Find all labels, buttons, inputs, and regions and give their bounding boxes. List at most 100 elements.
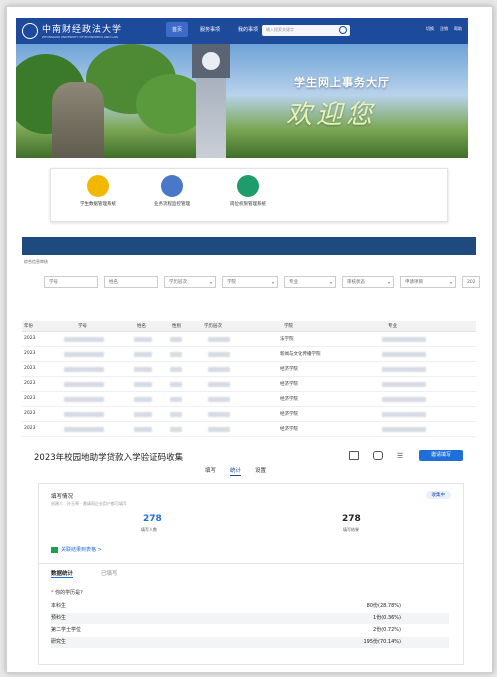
table-row[interactable]: 2023 经济学院	[22, 422, 476, 437]
filter-review-status[interactable]: 审核状态 ▾	[342, 276, 394, 288]
redacted-cell	[382, 412, 426, 417]
cell-year: 2023	[24, 351, 36, 356]
redacted-cell	[382, 397, 426, 402]
redacted-cell	[208, 337, 230, 342]
chevron-down-icon: ▾	[387, 280, 390, 285]
coin-icon	[87, 175, 109, 197]
tab-data-stats[interactable]: 数据统计	[51, 569, 74, 578]
redacted-cell	[134, 367, 152, 372]
redacted-cell	[134, 337, 152, 342]
survey-header: 2023年校园地助学贷款入学验证码收集 填写 统计 设置 ☰ 邀请填写	[22, 447, 472, 477]
redacted-cell	[134, 352, 152, 357]
spreadsheet-icon	[51, 546, 58, 553]
redacted-cell	[170, 427, 182, 432]
col-name: 姓名	[137, 324, 146, 329]
filter-year[interactable]: 202	[462, 276, 480, 288]
table-row[interactable]: 2023 经济学院	[22, 407, 476, 422]
preview-icon[interactable]	[349, 451, 359, 460]
redacted-cell	[134, 412, 152, 417]
nav-my-items[interactable]: 我的事项	[232, 22, 264, 37]
link-results-to-sheet[interactable]: 关联结果到表格 >	[51, 546, 102, 553]
cell-year: 2023	[24, 336, 36, 341]
redacted-cell	[208, 397, 230, 402]
cell-year: 2023	[24, 411, 36, 416]
switch-button[interactable]: 切换	[426, 26, 434, 32]
system-card-student-data[interactable]: 学生数据管理系统	[63, 175, 133, 207]
redacted-cell	[170, 352, 182, 357]
option-row: 研究生 195份(70.14%)	[51, 637, 449, 648]
system-label: 业务流程监控管理	[154, 202, 190, 207]
col-gender: 性别	[172, 324, 181, 329]
cell-college: 经济学院	[280, 427, 298, 432]
redacted-cell	[382, 382, 426, 387]
redacted-cell	[382, 337, 426, 342]
cell-college: 经济学院	[280, 397, 298, 402]
menu-icon[interactable]: ☰	[397, 452, 403, 460]
nav-services[interactable]: 服务事项	[194, 22, 226, 37]
table-row[interactable]: 2023 经济学院	[22, 392, 476, 407]
filter-application[interactable]: 申请项目 ▾	[400, 276, 456, 288]
survey-tabs: 填写 统计 设置	[205, 466, 266, 476]
redacted-cell	[64, 412, 104, 417]
redacted-cell	[64, 427, 104, 432]
main-nav: 首页 服务事项 我的事项	[166, 22, 264, 37]
cell-college: 经济学院	[280, 382, 298, 387]
table-row[interactable]: 2023 新闻与文化传播学院	[22, 347, 476, 362]
university-logo[interactable]: 中南财经政法大学 ZHONGNAN UNIVERSITY OF ECONOMIC…	[22, 22, 122, 39]
redacted-cell	[382, 352, 426, 357]
statistics-panel: 数据统计 已填写 * 你的学历是? 本科生 80份(28.78%) 预科生 1份(0…	[38, 563, 464, 665]
header-actions: 切换 注销 帮助	[426, 26, 462, 32]
chevron-down-icon: ▾	[449, 280, 452, 285]
system-card-permissions[interactable]: 岗位权限管理系统	[213, 175, 283, 207]
share-icon[interactable]	[373, 451, 383, 460]
help-button[interactable]: 帮助	[454, 26, 462, 32]
search-placeholder: 输入搜索关键字	[266, 27, 294, 32]
count-results: 278	[342, 514, 361, 524]
filter-student-id[interactable]: 学号	[44, 276, 98, 288]
system-label: 学生数据管理系统	[80, 202, 116, 207]
filter-name[interactable]: 姓名	[104, 276, 158, 288]
page-header-bar	[22, 237, 476, 255]
redacted-cell	[208, 427, 230, 432]
search-input[interactable]: 输入搜索关键字	[262, 25, 350, 36]
logo-subtext: ZHONGNAN UNIVERSITY OF ECONOMICS AND LAW	[42, 35, 119, 39]
filter-college[interactable]: 学院 ▾	[222, 276, 278, 288]
tab-settings[interactable]: 设置	[255, 466, 266, 476]
redacted-cell	[382, 427, 426, 432]
table-header: 年份 学号 姓名 性别 学历层次 学院 专业	[22, 321, 476, 332]
count-results-label: 填写结果	[343, 527, 359, 532]
system-card-process-monitor[interactable]: 业务流程监控管理	[137, 175, 207, 207]
search-icon[interactable]	[339, 26, 347, 34]
col-student-id: 学号	[78, 324, 87, 329]
redacted-cell	[170, 412, 182, 417]
redacted-cell	[64, 382, 104, 387]
system-cards: 学生数据管理系统 业务流程监控管理 岗位权限管理系统	[50, 168, 448, 222]
invite-fill-button[interactable]: 邀请填写	[419, 450, 463, 461]
redacted-cell	[170, 367, 182, 372]
cell-college: 新闻与文化传播学院	[280, 352, 321, 357]
filter-degree[interactable]: 学历层次 ▾	[164, 276, 216, 288]
redacted-cell	[134, 382, 152, 387]
tab-stats[interactable]: 统计	[230, 466, 242, 476]
cell-year: 2023	[24, 366, 36, 371]
cell-college: 经济学院	[280, 367, 298, 372]
redacted-cell	[382, 367, 426, 372]
clock-icon	[161, 175, 183, 197]
redacted-cell	[208, 382, 230, 387]
tab-filled[interactable]: 已填写	[101, 569, 118, 577]
tab-fill[interactable]: 填写	[205, 466, 216, 476]
table-row[interactable]: 2023 经济学院	[22, 377, 476, 392]
table-row[interactable]: 2023 经济学院	[22, 362, 476, 377]
logout-button[interactable]: 注销	[440, 26, 448, 32]
fill-status-sub: 创建人：孙玉琴 · 邀请同企业用户都可填写	[51, 501, 127, 506]
redacted-cell	[208, 352, 230, 357]
redacted-cell	[208, 367, 230, 372]
redacted-cell	[170, 337, 182, 342]
chevron-down-icon: ▾	[209, 280, 212, 285]
statue-image	[52, 82, 104, 158]
cell-year: 2023	[24, 396, 36, 401]
redacted-cell	[64, 337, 104, 342]
filter-major[interactable]: 专业 ▾	[284, 276, 336, 288]
nav-home[interactable]: 首页	[166, 22, 189, 37]
table-row[interactable]: 2023 法学院	[22, 332, 476, 347]
